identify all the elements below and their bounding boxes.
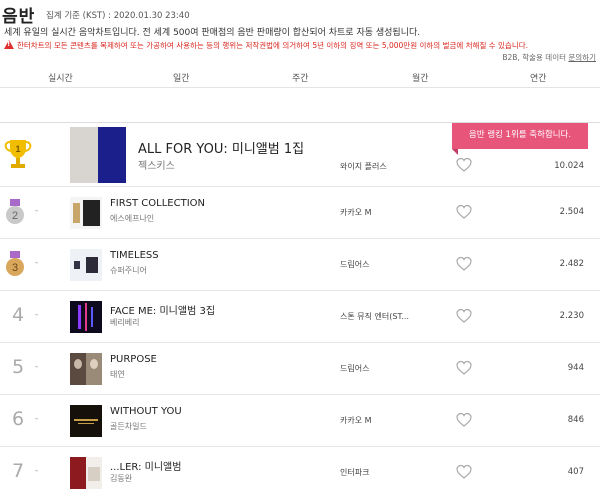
album-cover[interactable]	[70, 249, 102, 281]
b2b-inquiry: B2B, 학술용 데이터 문의하기	[502, 52, 596, 63]
chart-description: 세계 유일의 실시간 음악차트입니다. 전 세계 500여 판매점의 음반 판매…	[4, 28, 421, 38]
chart-row[interactable]: 6 - WITHOUT YOU 골든차일드 카카오 M 846	[0, 395, 600, 447]
tab-daily[interactable]: 일간	[173, 71, 190, 84]
song-title[interactable]: FIRST COLLECTION	[110, 198, 205, 209]
chart-row[interactable]: 7 - ...LER: 미니앨범 김동완 인터파크 407	[0, 447, 600, 498]
artist-name[interactable]: 슈퍼주니어	[110, 265, 147, 276]
song-title[interactable]: ...LER: 미니앨범	[110, 458, 181, 473]
rank-change: -	[35, 414, 39, 424]
chart-row[interactable]: 5 - PURPOSE 태연 드림어스 944	[0, 343, 600, 395]
sales-count: 2.482	[559, 259, 584, 269]
svg-text:3: 3	[12, 262, 18, 274]
svg-text:1: 1	[15, 144, 20, 154]
label-name: 드림어스	[340, 260, 370, 269]
song-title[interactable]: PURPOSE	[110, 354, 157, 365]
copyright-warning: 한터차트의 모든 콘텐츠를 복제하여 또는 가공하여 사용하는 등의 행위는 저…	[4, 40, 528, 51]
inquiry-link[interactable]: 문의하기	[568, 53, 596, 62]
page-title: 음반	[2, 7, 36, 27]
song-title[interactable]: ALL FOR YOU: 미니앨범 1집	[138, 138, 304, 157]
heart-icon[interactable]	[456, 464, 472, 480]
album-cover[interactable]	[70, 127, 126, 183]
chart-row[interactable]: 1 ALL FOR YOU: 미니앨범 1집 젝스키스 와이지 플러스 10.0…	[0, 123, 600, 187]
artist-name[interactable]: 김동완	[110, 473, 132, 484]
sales-count: 2.230	[559, 311, 584, 321]
tab-realtime[interactable]: 실시간	[48, 71, 73, 84]
trophy-icon: 1	[4, 140, 32, 168]
heart-icon[interactable]	[456, 256, 472, 272]
artist-name[interactable]: 베리베리	[110, 317, 139, 328]
artist-name[interactable]: 에스에프나인	[110, 213, 154, 224]
tab-yearly[interactable]: 연간	[530, 71, 547, 84]
chart-row[interactable]: 4 - FACE ME: 미니앨범 3집 베리베리 스톤 뮤직 엔터(ST...…	[0, 291, 600, 343]
page-header: 음반 집계 기준 (KST) : 2020.01.30 23:40	[2, 2, 598, 27]
song-title[interactable]: WITHOUT YOU	[110, 406, 182, 417]
album-cover[interactable]	[70, 197, 102, 229]
sales-count: 846	[567, 415, 584, 425]
heart-icon[interactable]	[456, 360, 472, 376]
congrats-ribbon: 음반 랭킹 1위를 축하합니다.	[452, 123, 588, 155]
label-name: 스톤 뮤직 엔터(ST...	[340, 312, 410, 321]
label-name: 와이지 플러스	[340, 162, 387, 171]
rank-number: 7	[11, 460, 25, 482]
aggregation-basis: 집계 기준 (KST) : 2020.01.30 23:40	[46, 11, 190, 21]
warning-icon	[4, 40, 14, 49]
label-name: 드림어스	[340, 364, 370, 373]
rank-change: -	[35, 362, 39, 372]
album-cover[interactable]	[70, 353, 102, 385]
tab-monthly[interactable]: 월간	[412, 71, 429, 84]
rank-change: -	[35, 258, 39, 268]
chart-row[interactable]: 2 - FIRST COLLECTION 에스에프나인 카카오 M 2.504	[0, 187, 600, 239]
artist-name[interactable]: 골든차일드	[110, 421, 147, 432]
heart-icon[interactable]	[456, 157, 472, 173]
rank-number: 5	[11, 356, 25, 378]
sales-count: 2.504	[559, 207, 584, 217]
rank-change: -	[35, 310, 39, 320]
svg-text:2: 2	[12, 210, 18, 222]
song-title[interactable]: FACE ME: 미니앨범 3집	[110, 302, 215, 317]
b2b-text: B2B, 학술용 데이터	[502, 53, 566, 62]
rank-change: -	[35, 206, 39, 216]
album-cover[interactable]	[70, 457, 102, 489]
warning-text: 한터차트의 모든 콘텐츠를 복제하여 또는 가공하여 사용하는 등의 행위는 저…	[17, 41, 529, 50]
rank-change: -	[35, 466, 39, 476]
sales-count: 944	[567, 363, 584, 373]
sales-count: 10.024	[554, 161, 584, 171]
tab-weekly[interactable]: 주간	[292, 71, 309, 84]
heart-icon[interactable]	[456, 204, 472, 220]
album-cover[interactable]	[70, 405, 102, 437]
album-cover[interactable]	[70, 301, 102, 333]
label-name: 인터파크	[340, 468, 370, 477]
chart-row[interactable]: 3 - TIMELESS 슈퍼주니어 드림어스 2.482	[0, 239, 600, 291]
label-name: 카카오 M	[340, 208, 372, 217]
artist-name[interactable]: 태연	[110, 369, 125, 380]
song-title[interactable]: TIMELESS	[110, 250, 159, 261]
album-chart: 1 ALL FOR YOU: 미니앨범 1집 젝스키스 와이지 플러스 10.0…	[0, 122, 600, 498]
label-name: 카카오 M	[340, 416, 372, 425]
rank-number: 4	[11, 304, 25, 326]
sales-count: 407	[567, 467, 584, 477]
bronze-medal-icon: 3	[6, 251, 24, 276]
silver-medal-icon: 2	[6, 199, 24, 224]
heart-icon[interactable]	[456, 412, 472, 428]
heart-icon[interactable]	[456, 308, 472, 324]
rank-number: 6	[11, 408, 25, 430]
period-tabs: 실시간 일간 주간 월간 연간	[0, 66, 600, 88]
artist-name[interactable]: 젝스키스	[138, 157, 175, 172]
